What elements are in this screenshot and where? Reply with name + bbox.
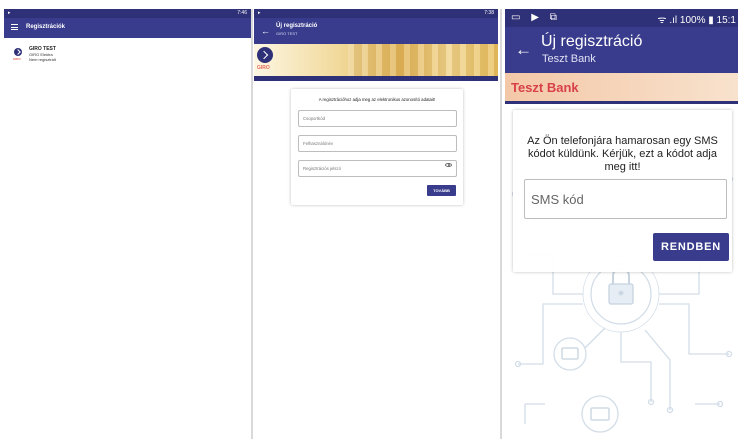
sms-instruction: Az Ön telefonjára hamarosan egy SMS kódo…	[527, 135, 718, 173]
screen-divider	[251, 9, 253, 439]
status-battery-time: ᯤ .ıl 100% ▮ 15:1	[657, 15, 736, 26]
status-time: 7:38	[484, 10, 494, 16]
status-time: 7:46	[237, 10, 247, 16]
app-bar-title: Új regisztráció	[541, 33, 643, 50]
screen-divider	[500, 9, 502, 439]
screen-sms-verification: ▭ ▶ ⧉ ᯤ .ıl 100% ▮ 15:1 ← Új regisztráci…	[505, 9, 738, 439]
next-button[interactable]: TOVÁBB	[427, 185, 456, 196]
giro-logo-text: GIRO	[257, 65, 270, 71]
screen-new-registration-form: ▸ 7:38 ← Új regisztráció GIRO TEST GIRO …	[254, 9, 498, 439]
screen-registrations: ▸ 7:46 Regisztrációk GIRO GIRO TEST GIRO…	[4, 9, 251, 439]
list-item-status: Nem regisztrált	[29, 57, 56, 62]
bank-banner: Teszt Bank	[505, 73, 738, 101]
ok-button[interactable]: RENDBEN	[653, 233, 729, 261]
giro-logo-icon	[14, 48, 22, 56]
giro-logo-icon	[257, 47, 273, 63]
status-bar: ▸ 7:38	[254, 9, 498, 18]
registration-list-item[interactable]: GIRO GIRO TEST GIRO Elektra Nem regisztr…	[4, 45, 251, 67]
status-notification-icons: ▭ ▶ ⧉	[511, 12, 561, 23]
app-bar-title: Új regisztráció	[276, 23, 318, 29]
app-bar: ← Új regisztráció GIRO TEST	[254, 18, 498, 44]
bank-name: Teszt Bank	[511, 80, 579, 95]
app-bar-subtitle: Teszt Bank	[542, 53, 596, 65]
group-code-input[interactable]	[298, 110, 457, 127]
status-play-icon: ▸	[258, 10, 261, 16]
back-arrow-icon[interactable]: ←	[261, 26, 270, 36]
show-password-eye-icon[interactable]	[445, 163, 452, 167]
back-arrow-icon[interactable]: ←	[515, 40, 532, 60]
bank-banner	[254, 44, 498, 76]
sms-code-input[interactable]	[524, 179, 727, 219]
app-bar-title: Regisztrációk	[26, 24, 66, 30]
menu-icon[interactable]	[11, 24, 18, 30]
banner-bottom-bar	[254, 76, 498, 81]
card-instruction: A regisztrációhoz adja meg az elektronik…	[318, 97, 436, 102]
status-play-icon: ▸	[8, 10, 11, 16]
banner-decoration	[348, 44, 498, 76]
login-card: A regisztrációhoz adja meg az elektronik…	[291, 89, 463, 205]
app-bar-subtitle: GIRO TEST	[276, 31, 298, 36]
sms-card: Az Ön telefonjára hamarosan egy SMS kódo…	[513, 110, 732, 272]
status-bar: ▭ ▶ ⧉ ᯤ .ıl 100% ▮ 15:1	[505, 9, 738, 27]
app-bar: Regisztrációk	[4, 18, 251, 38]
username-input[interactable]	[298, 135, 457, 152]
registration-password-input[interactable]	[298, 160, 457, 177]
app-bar: ← Új regisztráció Teszt Bank	[505, 27, 738, 73]
giro-logo-text: GIRO	[13, 57, 21, 61]
status-bar: ▸ 7:46	[4, 9, 251, 18]
